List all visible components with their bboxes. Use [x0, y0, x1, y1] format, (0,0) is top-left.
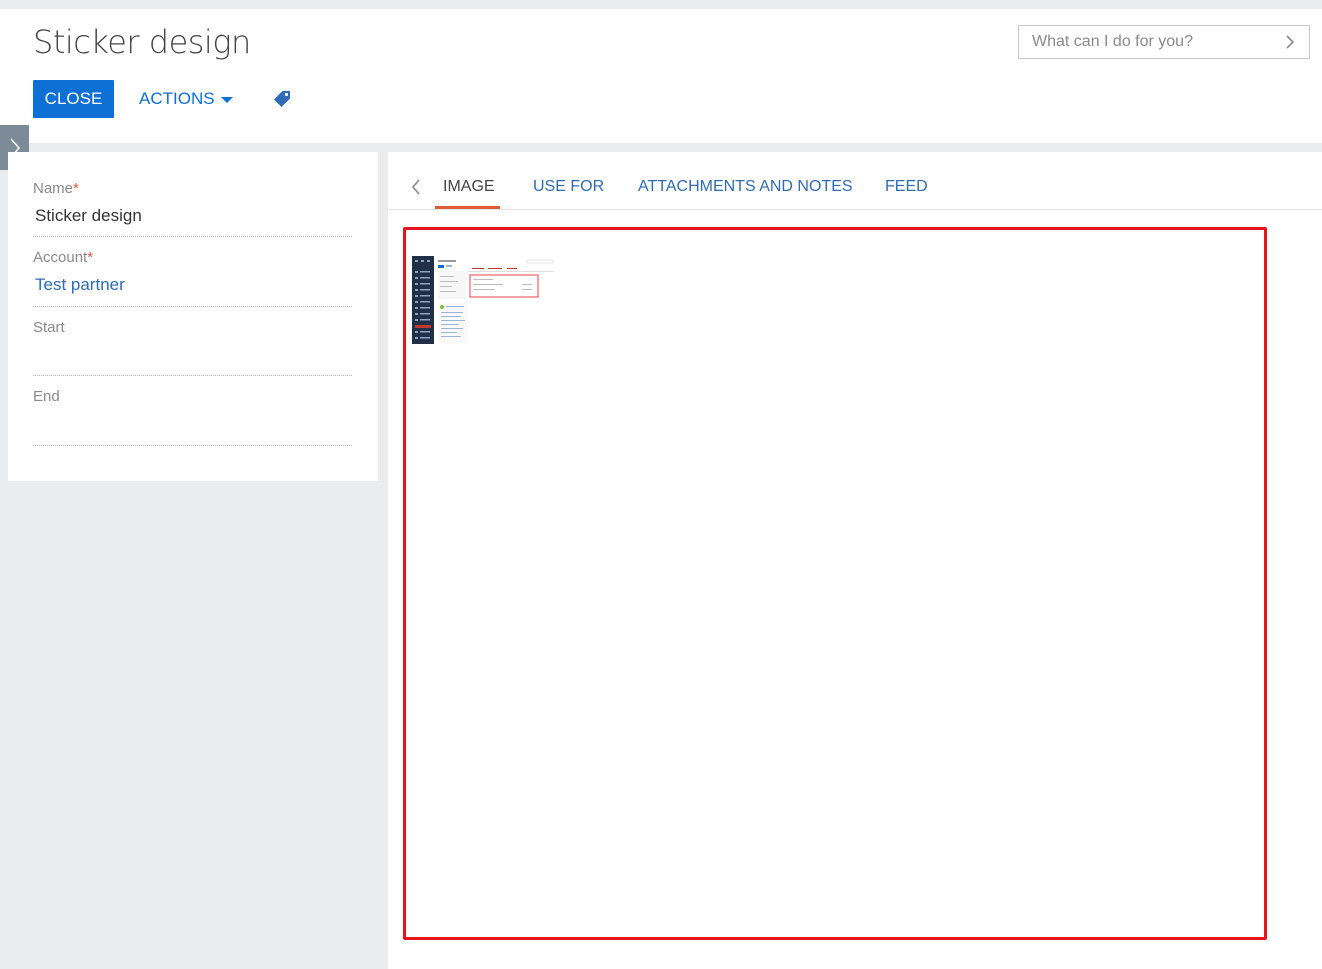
field-value-end[interactable]: [33, 414, 352, 436]
field-label-name: Name*: [33, 180, 352, 197]
field-label-text: Account: [33, 249, 88, 266]
required-marker: *: [87, 249, 94, 266]
page-header: Sticker design CLOSE ACTIONS What can I …: [0, 9, 1322, 143]
image-thumbnail[interactable]: [412, 256, 558, 344]
field-end[interactable]: End: [33, 388, 352, 446]
actions-label: ACTIONS: [139, 89, 215, 108]
tag-icon[interactable]: [272, 89, 292, 109]
chevron-right-icon[interactable]: [1283, 33, 1297, 51]
field-name[interactable]: Name* Sticker design: [33, 180, 352, 237]
field-label-account: Account*: [33, 249, 352, 266]
field-value-account-link[interactable]: Test partner: [33, 275, 352, 297]
caret-down-icon: [220, 97, 233, 103]
field-value-name[interactable]: Sticker design: [33, 206, 352, 228]
search-placeholder: What can I do for you?: [1032, 33, 1193, 50]
field-label-start: Start: [33, 319, 65, 336]
page-title: Sticker design: [33, 23, 251, 61]
required-marker: *: [73, 180, 79, 197]
field-value-start[interactable]: [33, 345, 352, 367]
tab-bar: IMAGE USE FOR ATTACHMENTS AND NOTES FEED: [388, 152, 1322, 210]
record-form-panel: Name* Sticker design Account* Test partn…: [8, 152, 378, 481]
field-account[interactable]: Account* Test partner: [33, 249, 352, 307]
actions-menu-button[interactable]: ACTIONS: [139, 80, 233, 118]
tab-feed[interactable]: FEED: [885, 178, 928, 196]
field-label-end: End: [33, 388, 60, 405]
tab-image[interactable]: IMAGE: [443, 178, 495, 196]
tab-use-for[interactable]: USE FOR: [533, 178, 604, 196]
chevron-left-icon[interactable]: [410, 178, 422, 196]
field-start[interactable]: Start: [33, 319, 352, 376]
command-search-input[interactable]: What can I do for you?: [1018, 25, 1310, 59]
close-button[interactable]: CLOSE: [33, 80, 114, 118]
detail-tabs-panel: IMAGE USE FOR ATTACHMENTS AND NOTES FEED: [388, 152, 1322, 969]
field-label-text: Name: [33, 180, 74, 197]
image-highlight-frame: [403, 227, 1267, 940]
tab-attachments-and-notes[interactable]: ATTACHMENTS AND NOTES: [638, 178, 853, 196]
active-tab-indicator: [435, 206, 500, 209]
